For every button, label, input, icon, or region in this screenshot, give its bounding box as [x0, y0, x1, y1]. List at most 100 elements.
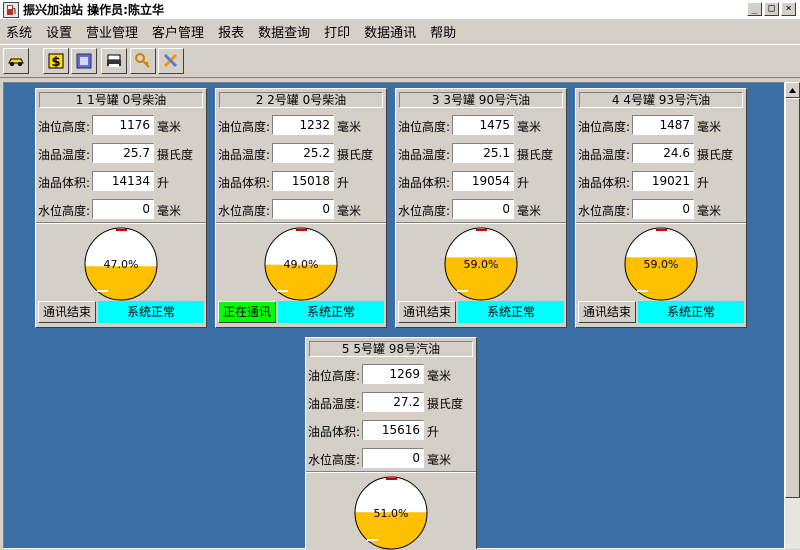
unit-mm-label: 毫米 [157, 120, 182, 134]
unit-celsius-label: 摄氏度 [517, 148, 554, 162]
system-status: 系统正常 [458, 301, 564, 323]
menu-query[interactable]: 数据查询 [258, 22, 310, 41]
key-icon[interactable] [130, 48, 156, 74]
menu-business[interactable]: 营业管理 [86, 22, 138, 41]
unit-liter-label: 升 [427, 425, 440, 439]
unit-mm-label: 毫米 [517, 204, 542, 218]
comm-status-button[interactable]: 通讯结束 [38, 301, 96, 323]
menu-help[interactable]: 帮助 [430, 22, 456, 41]
tank-level-gauge: 59.0% [624, 227, 698, 301]
oil-volume-label: 油品体积: [308, 425, 361, 439]
oil-volume-field: 15018 [272, 171, 334, 191]
tank-level-gauge: 51.0% [354, 476, 428, 550]
svg-text:$: $ [51, 55, 60, 70]
minimize-button[interactable]: _ [747, 2, 762, 16]
window-title: 振兴加油站 操作员:陈立华 [23, 3, 164, 17]
unit-celsius-label: 摄氏度 [697, 148, 734, 162]
maximize-button[interactable]: □ [764, 2, 779, 16]
unit-celsius-label: 摄氏度 [427, 397, 464, 411]
title-bar: 振兴加油站 操作员:陈立华 _ □ × [0, 0, 800, 20]
divider [396, 222, 566, 224]
unit-liter-label: 升 [697, 176, 710, 190]
menu-customer[interactable]: 客户管理 [152, 22, 204, 41]
tank-panel: 2 2号罐 0号柴油 油位高度: 1232 毫米 油品温度: 25.2 摄氏度 油品体积… [215, 88, 387, 328]
status-row: 通讯结束 系统正常 [38, 301, 204, 323]
oil-height-label: 油位高度: [218, 120, 271, 134]
comm-status-button[interactable]: 正在通讯 [218, 301, 276, 323]
oil-volume-field: 19054 [452, 171, 514, 191]
oil-volume-field: 14134 [92, 171, 154, 191]
menu-reports[interactable]: 报表 [218, 22, 244, 41]
oil-height-field: 1232 [272, 115, 334, 135]
oil-temp-label: 油品温度: [38, 148, 91, 162]
water-height-label: 水位高度: [308, 453, 361, 467]
unit-mm-label: 毫米 [427, 453, 452, 467]
menu-system[interactable]: 系统 [6, 22, 32, 41]
money-icon[interactable]: $ [43, 48, 69, 74]
unit-liter-label: 升 [517, 176, 530, 190]
close-button[interactable]: × [781, 2, 796, 16]
status-row: 通讯结束 系统正常 [578, 301, 744, 323]
oil-height-field: 1475 [452, 115, 514, 135]
oil-volume-field: 19021 [632, 171, 694, 191]
unit-mm-label: 毫米 [697, 120, 722, 134]
oil-temp-label: 油品温度: [398, 148, 451, 162]
oil-temp-field: 27.2 [362, 392, 424, 412]
tank-panel: 1 1号罐 0号柴油 油位高度: 1176 毫米 油品温度: 25.7 摄氏度 油品体积… [35, 88, 207, 328]
menu-print[interactable]: 打印 [324, 22, 350, 41]
oil-volume-label: 油品体积: [218, 176, 271, 190]
oil-volume-label: 油品体积: [578, 176, 631, 190]
water-height-label: 水位高度: [398, 204, 451, 218]
unit-mm-label: 毫米 [337, 120, 362, 134]
tools-icon[interactable] [158, 48, 184, 74]
water-height-field: 0 [272, 199, 334, 219]
comm-status-button[interactable]: 通讯结束 [398, 301, 456, 323]
fill-percent-text: 47.0% [104, 258, 139, 271]
oil-temp-label: 油品温度: [578, 148, 631, 162]
system-status: 系统正常 [638, 301, 744, 323]
oil-temp-field: 25.7 [92, 143, 154, 163]
tank-panel: 4 4号罐 93号汽油 油位高度: 1487 毫米 油品温度: 24.6 摄氏度 油品体… [575, 88, 747, 328]
oil-temp-field: 24.6 [632, 143, 694, 163]
oil-temp-field: 25.1 [452, 143, 514, 163]
divider [216, 222, 386, 224]
unit-mm-label: 毫米 [517, 120, 542, 134]
oil-temp-field: 25.2 [272, 143, 334, 163]
divider [306, 471, 476, 473]
unit-mm-label: 毫米 [157, 204, 182, 218]
database-icon[interactable] [71, 48, 97, 74]
water-height-label: 水位高度: [218, 204, 271, 218]
oil-volume-field: 15616 [362, 420, 424, 440]
system-status: 系统正常 [98, 301, 204, 323]
scroll-thumb[interactable] [785, 98, 800, 498]
tank-level-gauge: 49.0% [264, 227, 338, 301]
tank-level-gauge: 59.0% [444, 227, 518, 301]
unit-celsius-label: 摄氏度 [337, 148, 374, 162]
menu-settings[interactable]: 设置 [46, 22, 72, 41]
unit-mm-label: 毫米 [427, 369, 452, 383]
fill-percent-text: 49.0% [284, 258, 319, 271]
unit-liter-label: 升 [157, 176, 170, 190]
oil-volume-label: 油品体积: [38, 176, 91, 190]
oil-height-label: 油位高度: [578, 120, 631, 134]
printer-icon[interactable] [101, 48, 127, 74]
status-row: 正在通讯 系统正常 [218, 301, 384, 323]
tank-title: 4 4号罐 93号汽油 [579, 92, 743, 108]
comm-status-button[interactable]: 通讯结束 [578, 301, 636, 323]
menu-data-comm[interactable]: 数据通讯 [364, 22, 416, 41]
vertical-scrollbar[interactable] [785, 82, 800, 549]
oil-temp-label: 油品温度: [218, 148, 271, 162]
toolbar: $ [0, 44, 800, 78]
fill-percent-text: 59.0% [464, 258, 499, 271]
status-row: 通讯结束 系统正常 [398, 301, 564, 323]
fill-percent-text: 51.0% [374, 507, 409, 520]
oil-temp-label: 油品温度: [308, 397, 361, 411]
water-height-label: 水位高度: [578, 204, 631, 218]
scroll-up-icon[interactable] [785, 82, 800, 98]
oil-volume-label: 油品体积: [398, 176, 451, 190]
tank-title: 2 2号罐 0号柴油 [219, 92, 383, 108]
unit-mm-label: 毫米 [697, 204, 722, 218]
tank-panel: 3 3号罐 90号汽油 油位高度: 1475 毫米 油品温度: 25.1 摄氏度 油品体… [395, 88, 567, 328]
car-icon[interactable] [3, 48, 29, 74]
unit-celsius-label: 摄氏度 [157, 148, 194, 162]
